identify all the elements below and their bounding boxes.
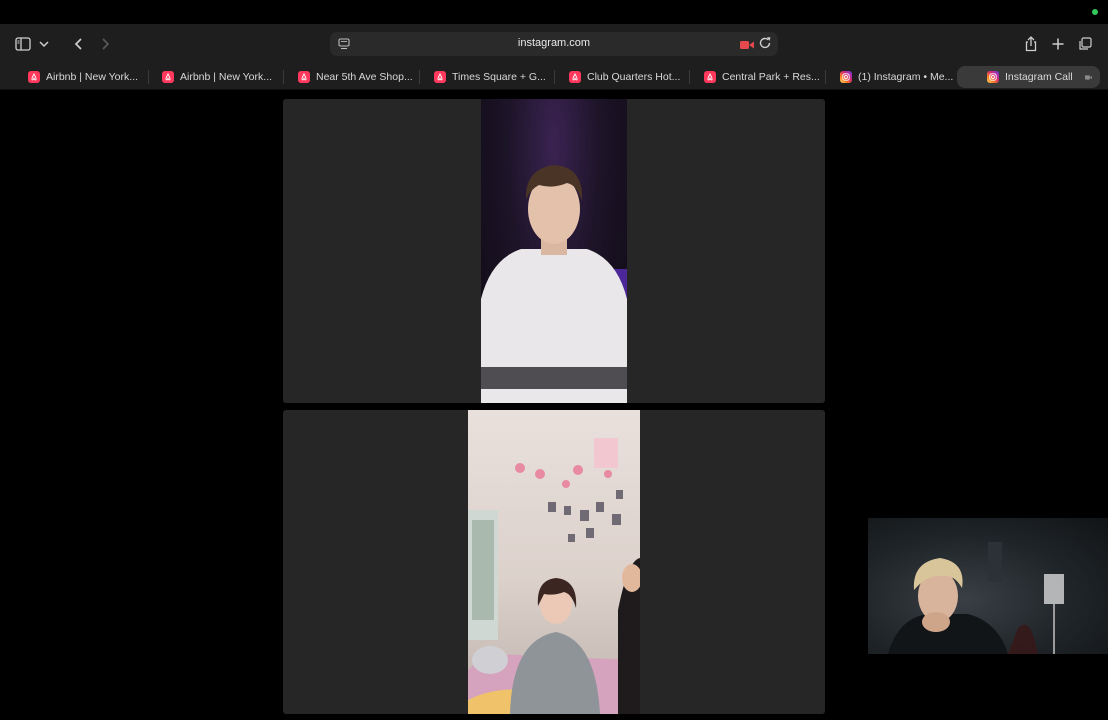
browser-toolbar: instagram.com <box>0 24 1108 64</box>
tab-instagram-messages[interactable]: (1) Instagram • Me... <box>840 66 953 88</box>
tab-label: Airbnb | New York... <box>180 71 273 83</box>
airbnb-icon <box>569 71 581 83</box>
tab-divider <box>554 70 555 84</box>
airbnb-icon <box>298 71 310 83</box>
participant-video-frame <box>481 165 627 403</box>
self-view-frame <box>888 542 1064 654</box>
tab-overview-icon <box>1079 37 1092 50</box>
participant-tile[interactable] <box>283 410 825 714</box>
airbnb-icon <box>434 71 446 83</box>
forward-button[interactable] <box>94 33 116 55</box>
participant-video <box>481 99 627 403</box>
tab-instagram-call[interactable]: Instagram Call <box>957 66 1100 88</box>
tab-label: Central Park + Res... <box>722 71 820 83</box>
tab-airbnb-2[interactable]: Airbnb | New York... <box>162 66 272 88</box>
chevron-right-icon <box>102 38 110 50</box>
tab-label: Airbnb | New York... <box>46 71 139 83</box>
tab-near-5th-ave[interactable]: Near 5th Ave Shop... <box>298 66 413 88</box>
tab-divider <box>283 70 284 84</box>
tab-label: Times Square + G... <box>452 71 546 83</box>
chevron-left-icon <box>74 38 82 50</box>
sidebar-icon <box>15 37 31 51</box>
chevron-down-icon <box>39 41 49 48</box>
self-view-video[interactable] <box>868 518 1108 654</box>
tab-label: Club Quarters Hot... <box>587 71 681 83</box>
tab-label: Near 5th Ave Shop... <box>316 71 413 83</box>
tab-times-square[interactable]: Times Square + G... <box>434 66 546 88</box>
sidebar-toggle-button[interactable] <box>10 33 54 55</box>
tab-divider <box>689 70 690 84</box>
tab-divider <box>148 70 149 84</box>
airbnb-icon <box>704 71 716 83</box>
tab-bar: Airbnb | New York... Airbnb | New York..… <box>0 64 1108 90</box>
tab-label: (1) Instagram • Me... <box>858 71 954 83</box>
participant-tile[interactable] <box>283 99 825 403</box>
address-text: instagram.com <box>517 37 591 49</box>
share-button[interactable] <box>1020 33 1042 55</box>
tab-central-park[interactable]: Central Park + Res... <box>704 66 820 88</box>
reload-button[interactable] <box>758 36 772 55</box>
back-button[interactable] <box>68 33 90 55</box>
instagram-icon <box>840 71 852 83</box>
instagram-icon <box>987 71 999 83</box>
new-tab-button[interactable] <box>1047 33 1069 55</box>
tab-club-quarters[interactable]: Club Quarters Hot... <box>569 66 680 88</box>
reload-icon <box>759 37 771 49</box>
tab-divider <box>419 70 420 84</box>
tab-overview-button[interactable] <box>1074 33 1096 55</box>
airbnb-icon <box>162 71 174 83</box>
camera-in-use-icon[interactable] <box>740 37 754 55</box>
tab-label: Instagram Call <box>1005 71 1073 83</box>
status-dot <box>1092 9 1098 15</box>
menu-bar <box>0 0 1108 24</box>
camera-icon <box>1084 74 1092 80</box>
call-area <box>0 91 1108 720</box>
tab-airbnb-1[interactable]: Airbnb | New York... <box>28 66 138 88</box>
share-icon <box>1025 36 1037 52</box>
plus-icon <box>1052 38 1064 50</box>
participant-video <box>468 410 640 714</box>
airbnb-icon <box>28 71 40 83</box>
address-bar[interactable]: instagram.com <box>330 32 778 56</box>
tab-divider <box>825 70 826 84</box>
participant-video-frame <box>468 438 640 714</box>
